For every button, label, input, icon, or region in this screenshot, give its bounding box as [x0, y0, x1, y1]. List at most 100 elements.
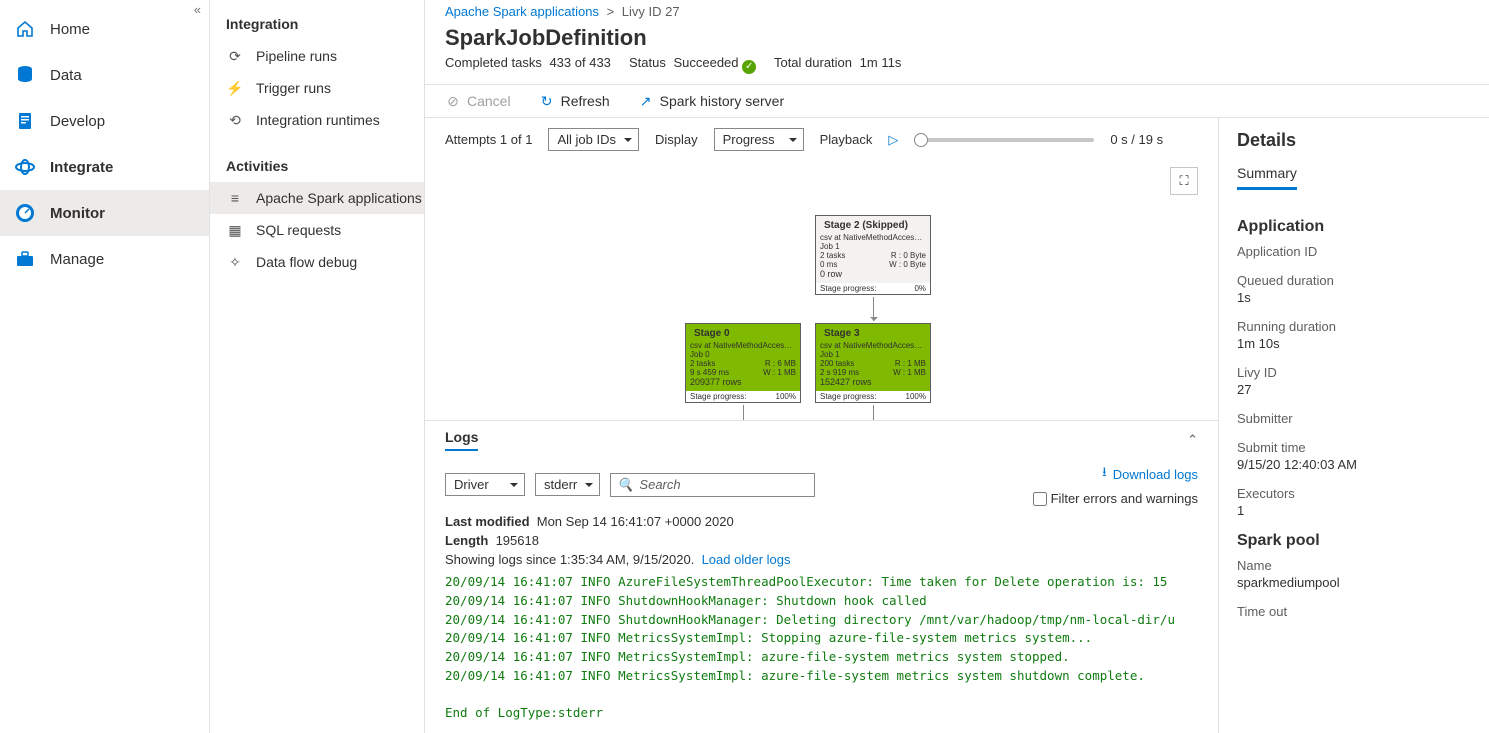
rail-label: Integrate [50, 159, 113, 176]
field-label: Executors [1237, 486, 1471, 501]
nav-integration-runtimes[interactable]: ⟲Integration runtimes [210, 104, 424, 136]
success-icon: ✓ [742, 60, 756, 74]
field-value: 1s [1237, 290, 1471, 305]
nav-sql-requests[interactable]: ▦SQL requests [210, 214, 424, 246]
progress-label: Stage progress: [690, 392, 746, 401]
nav-rail: « Home Data Develop Integrate Monitor Ma… [0, 0, 210, 733]
display-select[interactable]: Progress [714, 128, 804, 151]
attempts-label: Attempts 1 of 1 [445, 132, 532, 147]
tool-label: Refresh [561, 93, 610, 109]
crumb-sep: > [607, 4, 615, 19]
rail-develop[interactable]: Develop [0, 98, 209, 144]
download-icon: ⭳ [1102, 463, 1107, 485]
download-logs-button[interactable]: ⭳Download logs [1102, 463, 1198, 485]
main-area: Apache Spark applications > Livy ID 27 S… [425, 0, 1489, 733]
nav-trigger-runs[interactable]: ⚡Trigger runs [210, 72, 424, 104]
rail-label: Manage [50, 251, 104, 268]
nav-label: Apache Spark applications [256, 190, 422, 206]
stage-ms: 9 s 459 ms [690, 368, 729, 377]
stage-3-box[interactable]: Stage 3 csv at NativeMethodAccessor.. Jo… [815, 323, 931, 403]
stage-title: Stage 2 (Skipped) [820, 218, 926, 233]
field-label: Application ID [1237, 244, 1471, 259]
cancel-icon: ⊘ [445, 93, 461, 109]
refresh-icon: ↻ [539, 93, 555, 109]
stage-0-box[interactable]: Stage 0 csv at NativeMethodAccessor.. Jo… [685, 323, 801, 403]
rail-manage[interactable]: Manage [0, 236, 209, 282]
jobids-select[interactable]: All job IDs [548, 128, 639, 151]
rail-home[interactable]: Home [0, 6, 209, 52]
field-value: 1m 10s [1237, 336, 1471, 351]
play-icon[interactable]: ▷ [888, 132, 898, 148]
sparkpool-heading: Spark pool [1237, 532, 1471, 550]
stage-write: W : 1 MB [893, 368, 926, 377]
logs-source-select[interactable]: Driver [445, 473, 525, 496]
nav-spark-apps[interactable]: ≡Apache Spark applications [210, 182, 424, 214]
field-label: Queued duration [1237, 273, 1471, 288]
field-label: Time out [1237, 604, 1471, 619]
tool-label: Cancel [467, 93, 511, 109]
field-value: 9/15/20 12:40:03 AM [1237, 457, 1471, 472]
search-icon: 🔍 [617, 477, 633, 493]
filter-label: Filter errors and warnings [1051, 491, 1198, 506]
filter-errors-checkbox[interactable]: Filter errors and warnings [1033, 491, 1198, 506]
stage-sub: csv at NativeMethodAccessor.. [820, 233, 926, 242]
application-heading: Application [1237, 218, 1471, 236]
monitor-icon [14, 202, 36, 224]
stage-2-box[interactable]: Stage 2 (Skipped) csv at NativeMethodAcc… [815, 215, 931, 295]
nav-dataflow-debug[interactable]: ✧Data flow debug [210, 246, 424, 278]
progress-value: 100% [906, 392, 926, 401]
section-activities: Activities [210, 152, 424, 182]
logs-search-input[interactable]: 🔍 Search [610, 473, 815, 497]
fit-icon[interactable]: ⛶ [1170, 167, 1198, 195]
toolbox-icon [14, 248, 36, 270]
edge-line [873, 297, 874, 321]
log-output[interactable]: 20/09/14 16:41:07 INFO AzureFileSystemTh… [425, 571, 1218, 733]
details-title: Details [1237, 130, 1471, 151]
search-placeholder: Search [639, 477, 680, 492]
monitor-sidebar: Integration ⟳Pipeline runs ⚡Trigger runs… [210, 0, 425, 733]
playback-label: Playback [820, 132, 873, 147]
progress-label: Stage progress: [820, 284, 876, 293]
crumb-parent[interactable]: Apache Spark applications [445, 4, 599, 19]
rail-collapse-icon[interactable]: « [194, 2, 201, 17]
logs-tab[interactable]: Logs [445, 429, 478, 451]
rail-data[interactable]: Data [0, 52, 209, 98]
playback-slider[interactable] [914, 138, 1094, 142]
stage-tasks: 2 tasks [820, 251, 845, 260]
checkbox-input[interactable] [1033, 492, 1047, 506]
nav-pipeline-runs[interactable]: ⟳Pipeline runs [210, 40, 424, 72]
showing-text: Showing logs since 1:35:34 AM, 9/15/2020… [445, 552, 694, 567]
stage-write: W : 0 Byte [889, 260, 926, 269]
rail-integrate[interactable]: Integrate [0, 144, 209, 190]
refresh-button[interactable]: ↻ Refresh [539, 93, 610, 109]
rail-monitor[interactable]: Monitor [0, 190, 209, 236]
toolbar: ⊘ Cancel ↻ Refresh ↗Spark history server [425, 85, 1489, 118]
home-icon [14, 18, 36, 40]
stage-sub: csv at NativeMethodAccessor.. [820, 341, 926, 350]
logs-stream-select[interactable]: stderr [535, 473, 600, 496]
field-value: sparkmediumpool [1237, 575, 1471, 590]
stage-rows: 0 row [820, 269, 926, 279]
stage-rows: 152427 rows [820, 377, 926, 387]
section-integration: Integration [210, 10, 424, 40]
sql-icon: ▦ [226, 221, 244, 239]
page-header: SparkJobDefinition Completed tasks 433 o… [425, 21, 1489, 85]
rail-label: Develop [50, 113, 105, 130]
rail-label: Data [50, 67, 82, 84]
tool-label: Spark history server [660, 93, 784, 109]
rail-label: Monitor [50, 205, 105, 222]
debug-icon: ✧ [226, 253, 244, 271]
stage-title: Stage 0 [690, 326, 796, 341]
field-label: Running duration [1237, 319, 1471, 334]
length-label: Length [445, 533, 488, 548]
stage-graph[interactable]: Stage 2 (Skipped) csv at NativeMethodAcc… [425, 205, 1218, 420]
stage-job: Job 1 [820, 242, 926, 251]
field-label: Name [1237, 558, 1471, 573]
chevron-up-icon[interactable]: ⌃ [1187, 432, 1198, 448]
nav-label: Pipeline runs [256, 48, 337, 64]
stage-read: R : 6 MB [765, 359, 796, 368]
load-older-link[interactable]: Load older logs [702, 552, 791, 567]
tab-summary[interactable]: Summary [1237, 165, 1297, 190]
lastmod-label: Last modified [445, 514, 530, 529]
history-server-button[interactable]: ↗Spark history server [638, 93, 784, 109]
